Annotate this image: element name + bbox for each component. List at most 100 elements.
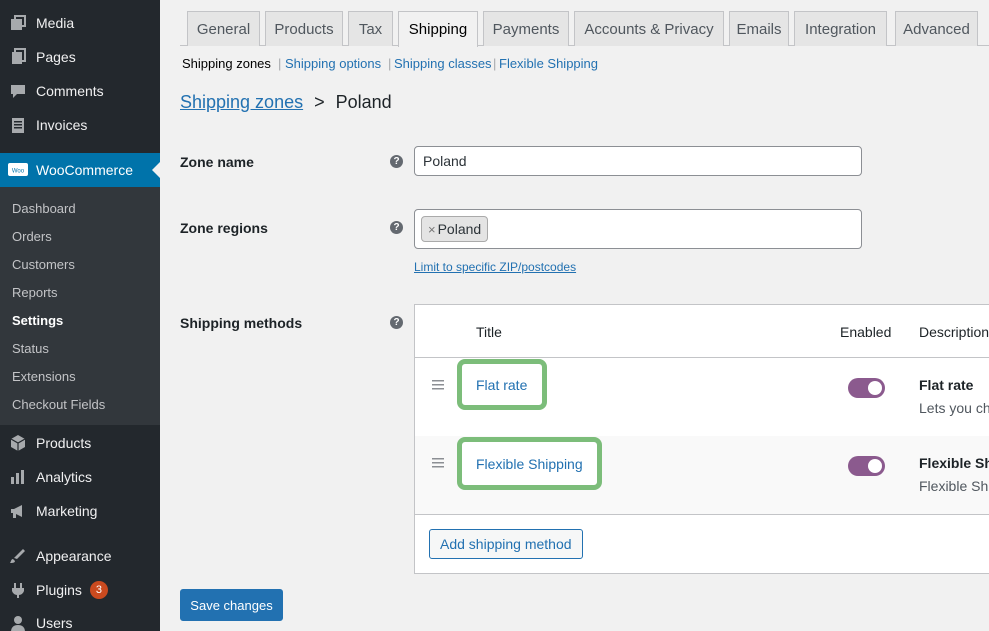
method-title-flat-rate[interactable]: Flat rate [476, 377, 527, 393]
column-header-title: Title [476, 324, 502, 340]
tab-accounts-privacy[interactable]: Accounts & Privacy [574, 11, 724, 46]
menu-label-plugins: Plugins [36, 582, 82, 598]
menu-item-plugins[interactable]: Plugins 3 [0, 573, 160, 607]
subnav-flexible-shipping[interactable]: Flexible Shipping [499, 56, 598, 71]
enabled-toggle-flexible-shipping[interactable] [848, 456, 885, 476]
analytics-icon [0, 468, 36, 486]
current-menu-arrow [152, 162, 160, 178]
submenu-dashboard[interactable]: Dashboard [12, 201, 76, 216]
method-title-flexible-shipping[interactable]: Flexible Shipping [476, 456, 583, 472]
invoices-icon [0, 116, 36, 134]
tab-general[interactable]: General [187, 11, 260, 46]
breadcrumb: Shipping zones > Poland [180, 92, 392, 113]
column-header-enabled: Enabled [840, 324, 892, 340]
media-icon [0, 14, 36, 32]
menu-label-users: Users [36, 615, 73, 631]
users-icon [0, 614, 36, 631]
menu-item-pages[interactable]: Pages [0, 40, 160, 74]
zone-regions-select[interactable]: × Poland [414, 209, 862, 249]
submenu-checkout-fields[interactable]: Checkout Fields [12, 397, 105, 412]
subnav-shipping-classes[interactable]: Shipping classes [394, 56, 492, 71]
desc-title-flat-rate: Flat rate [919, 377, 974, 393]
menu-label-appearance: Appearance [36, 548, 112, 564]
tab-products[interactable]: Products [265, 11, 343, 46]
settings-tabs: General Products Tax Shipping Payments A… [180, 10, 989, 47]
menu-item-media[interactable]: Media [0, 6, 160, 40]
table-row: Flat rate Flat rate Lets you ch [415, 358, 989, 436]
pages-icon [0, 48, 36, 66]
menu-label-products: Products [36, 435, 92, 451]
zone-regions-label: Zone regions [180, 220, 268, 236]
plugins-icon [0, 581, 36, 599]
zone-name-input[interactable] [414, 146, 862, 176]
subnav-current-shipping-zones: Shipping zones [182, 56, 271, 71]
menu-item-analytics[interactable]: Analytics [0, 460, 160, 494]
shipping-methods-table: Title Enabled Description Flat rate Flat… [414, 304, 989, 574]
submenu-extensions[interactable]: Extensions [12, 369, 76, 384]
menu-item-appearance[interactable]: Appearance [0, 539, 160, 573]
appearance-icon [0, 547, 36, 565]
remove-region-icon[interactable]: × [428, 222, 436, 237]
submenu-settings[interactable]: Settings [12, 313, 63, 328]
menu-label-woocommerce: WooCommerce [36, 162, 133, 178]
drag-handle-icon[interactable] [432, 378, 444, 392]
tab-integration[interactable]: Integration [794, 11, 887, 46]
tab-shipping[interactable]: Shipping [398, 11, 478, 47]
menu-item-products[interactable]: Products [0, 426, 160, 460]
comments-icon [0, 82, 36, 100]
marketing-icon [0, 502, 36, 520]
method-highlight: Flat rate [457, 359, 547, 410]
submenu-reports[interactable]: Reports [12, 285, 58, 300]
menu-item-woocommerce[interactable]: Woo WooCommerce [0, 153, 160, 187]
zone-name-label: Zone name [180, 154, 254, 170]
desc-title-flexible-shipping: Flexible Shi [919, 455, 989, 471]
add-shipping-method-button[interactable]: Add shipping method [429, 529, 583, 559]
desc-text-flexible-shipping: Flexible Shi [919, 478, 989, 494]
tab-tax[interactable]: Tax [348, 11, 393, 46]
subnav-separator: | [278, 56, 282, 71]
subnav-separator: | [388, 56, 392, 71]
help-icon[interactable]: ? [390, 316, 403, 329]
save-changes-button[interactable]: Save changes [180, 589, 283, 621]
plugins-update-badge: 3 [89, 581, 108, 599]
menu-label-analytics: Analytics [36, 469, 93, 485]
toggle-knob [868, 381, 882, 395]
tab-advanced[interactable]: Advanced [895, 11, 978, 46]
region-chip-label: Poland [437, 221, 482, 237]
woo-icon: Woo [0, 162, 36, 178]
menu-label-marketing: Marketing [36, 503, 98, 519]
subnav-shipping-options[interactable]: Shipping options [285, 56, 381, 71]
method-highlight: Flexible Shipping [457, 437, 602, 490]
menu-label-media: Media [36, 15, 75, 31]
tab-payments[interactable]: Payments [483, 11, 569, 46]
menu-item-invoices[interactable]: Invoices [0, 108, 160, 142]
desc-text-flat-rate: Lets you ch [919, 400, 989, 416]
submenu-status[interactable]: Status [12, 341, 49, 356]
menu-item-users[interactable]: Users [0, 606, 160, 631]
region-chip-poland: × Poland [421, 216, 489, 242]
woocommerce-submenu: Dashboard Orders Customers Reports Setti… [0, 187, 160, 425]
drag-handle-icon[interactable] [432, 456, 444, 470]
help-icon[interactable]: ? [390, 155, 403, 168]
toggle-knob [868, 459, 882, 473]
breadcrumb-shipping-zones-link[interactable]: Shipping zones [180, 92, 303, 112]
submenu-customers[interactable]: Customers [12, 257, 75, 272]
table-divider [415, 514, 989, 515]
breadcrumb-current: Poland [335, 92, 392, 112]
subnav-separator: | [493, 56, 497, 71]
submenu-orders[interactable]: Orders [12, 229, 52, 244]
help-icon[interactable]: ? [390, 221, 403, 234]
tab-emails[interactable]: Emails [729, 11, 789, 46]
menu-label-pages: Pages [36, 49, 76, 65]
limit-postcodes-link[interactable]: Limit to specific ZIP/postcodes [414, 260, 576, 274]
column-header-description: Description [919, 324, 989, 340]
menu-item-comments[interactable]: Comments [0, 74, 160, 108]
products-icon [0, 434, 36, 452]
shipping-methods-label: Shipping methods [180, 315, 303, 331]
menu-label-comments: Comments [36, 83, 104, 99]
menu-label-invoices: Invoices [36, 117, 88, 133]
breadcrumb-separator: > [314, 92, 325, 112]
menu-item-marketing[interactable]: Marketing [0, 494, 160, 528]
table-row: Flexible Shipping Flexible Shi Flexible … [415, 436, 989, 514]
enabled-toggle-flat-rate[interactable] [848, 378, 885, 398]
